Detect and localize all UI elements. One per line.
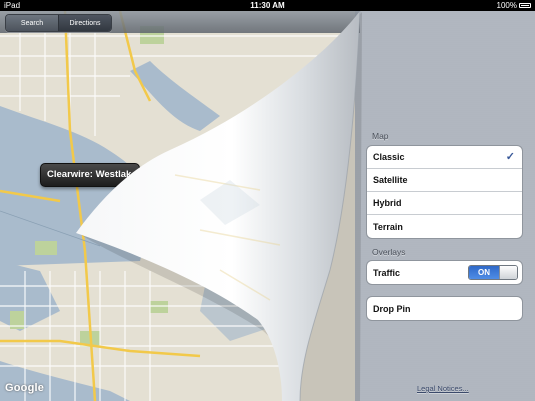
map-type-label: Classic — [373, 152, 405, 162]
traffic-label: Traffic — [373, 267, 401, 278]
toggle-on-label: ON — [469, 266, 499, 279]
drop-pin-group: Drop Pin — [366, 296, 523, 321]
legal-notices-link[interactable]: Legal Notices... — [417, 384, 469, 393]
map-type-label: Terrain — [373, 221, 403, 232]
map-type-label: Satellite — [373, 175, 408, 185]
directions-tab[interactable]: Directions — [59, 15, 111, 31]
location-callout[interactable]: Clearwire: Westlak — [40, 163, 141, 187]
traffic-row: Traffic ON — [367, 261, 522, 284]
map-type-terrain[interactable]: Terrain — [367, 215, 522, 238]
toggle-knob — [499, 266, 517, 279]
map-type-label: Hybrid — [373, 198, 402, 208]
overlays-list: Traffic ON — [366, 260, 523, 285]
battery-icon — [519, 3, 531, 8]
map-type-hybrid[interactable]: Hybrid — [367, 192, 522, 215]
map-type-list: Classic ✓ Satellite Hybrid Terrain — [366, 145, 523, 239]
overlays-section-title: Overlays — [372, 247, 406, 257]
drop-pin-label: Drop Pin — [373, 303, 411, 314]
battery-status: 100% — [497, 0, 531, 11]
map-type-classic[interactable]: Classic ✓ — [367, 146, 522, 169]
status-bar: iPad 11:30 AM 100% — [0, 0, 535, 11]
drop-pin-button[interactable]: Drop Pin — [367, 297, 522, 320]
checkmark-icon: ✓ — [505, 151, 515, 163]
map-type-satellite[interactable]: Satellite — [367, 169, 522, 192]
traffic-toggle[interactable]: ON — [468, 265, 518, 280]
clock: 11:30 AM — [250, 1, 285, 10]
search-directions-segmented-control[interactable]: Search Directions — [5, 14, 112, 32]
google-attribution: Google — [5, 382, 45, 394]
map-section-title: Map — [372, 131, 389, 141]
search-tab[interactable]: Search — [6, 15, 59, 31]
battery-percent: 100% — [496, 1, 517, 10]
